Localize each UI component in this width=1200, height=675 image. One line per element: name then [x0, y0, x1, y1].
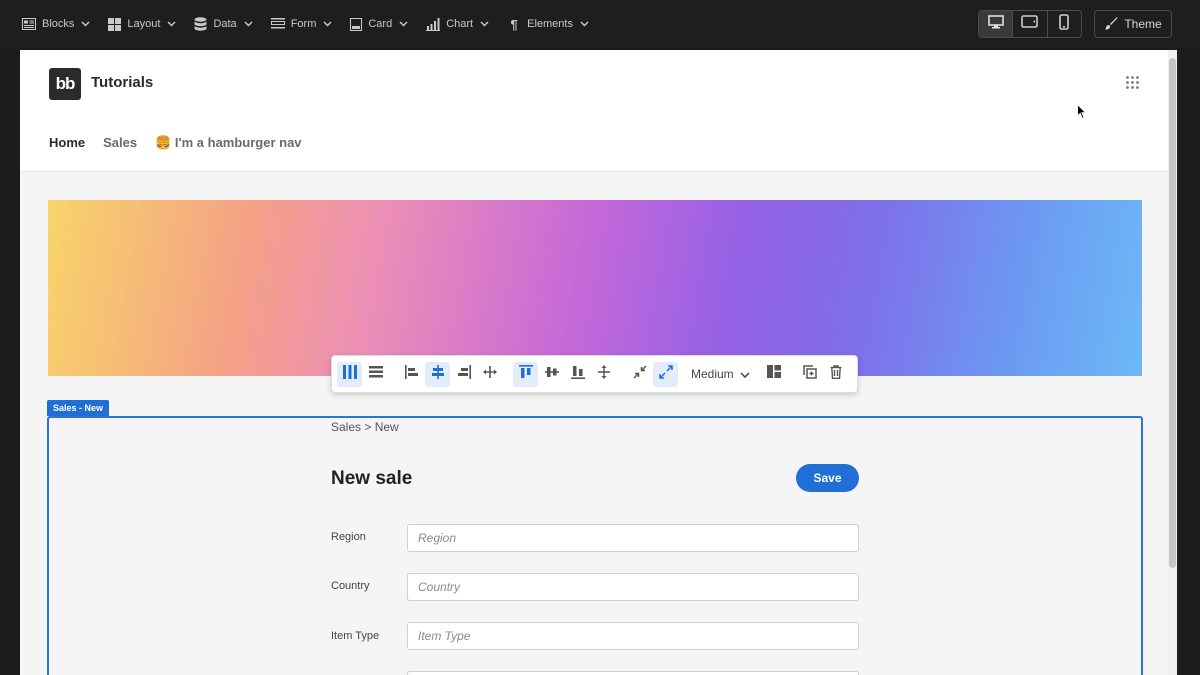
valign-bottom-button[interactable] [565, 362, 590, 387]
card-icon [350, 17, 363, 31]
rows-layout-button[interactable] [363, 362, 388, 387]
chevron-down-icon [580, 21, 589, 27]
align-left-button[interactable] [399, 362, 424, 387]
theme-label: Theme [1124, 17, 1162, 31]
hero-gradient-banner [48, 200, 1142, 376]
mobile-view-button[interactable] [1048, 11, 1081, 37]
apps-grid-icon[interactable] [1126, 76, 1139, 94]
menu-data[interactable]: Data [194, 0, 253, 48]
valign-top-button[interactable] [513, 361, 538, 387]
app-header: bb Tutorials Home Sales 🍔 I'm a hamburge… [20, 50, 1168, 172]
stretch-horizontal-button[interactable] [477, 362, 502, 387]
chevron-down-icon [323, 21, 332, 27]
valign-top-icon [518, 364, 533, 384]
expand-icon [658, 364, 673, 384]
desktop-icon [987, 14, 1004, 34]
shrink-icon [632, 364, 647, 384]
scrollbar-thumb[interactable] [1169, 58, 1176, 568]
align-left-icon [404, 364, 419, 384]
valign-bottom-icon [570, 365, 585, 384]
menu-layout-label: Layout [127, 18, 161, 30]
breadcrumb: Sales > New [331, 420, 399, 434]
chevron-down-icon [244, 21, 253, 27]
size-select[interactable]: Medium [691, 367, 750, 381]
country-input[interactable] [407, 573, 859, 601]
valign-middle-button[interactable] [539, 362, 564, 387]
stretch-vertical-icon [597, 364, 611, 384]
align-center-icon [431, 364, 445, 384]
layout-icon [108, 17, 122, 31]
builder-menu: Blocks Layout Data Form Card Chart ¶ Ele… [22, 0, 607, 48]
builder-topbar: Blocks Layout Data Form Card Chart ¶ Ele… [0, 0, 1200, 48]
menu-chart[interactable]: Chart [426, 0, 489, 48]
layout-blocks-icon [767, 365, 782, 383]
blocks-icon [22, 18, 36, 30]
chevron-down-icon [480, 21, 489, 27]
tablet-view-button[interactable] [1013, 11, 1048, 37]
menu-data-label: Data [213, 18, 237, 30]
delete-button[interactable] [824, 362, 849, 387]
nav-home[interactable]: Home [49, 135, 85, 151]
valign-middle-icon [544, 365, 559, 384]
component-toolbar: Medium [331, 355, 858, 393]
desktop-view-button[interactable] [979, 11, 1014, 37]
app-nav: Home Sales 🍔 I'm a hamburger nav [49, 135, 302, 151]
menu-form[interactable]: Form [270, 0, 333, 48]
mouse-cursor-icon [1077, 103, 1088, 125]
menu-chart-label: Chart [446, 18, 474, 30]
layout-blocks-button[interactable] [762, 362, 787, 387]
menu-card-label: Card [368, 18, 393, 30]
theme-button[interactable]: Theme [1094, 10, 1172, 38]
menu-blocks[interactable]: Blocks [22, 0, 90, 48]
menu-card[interactable]: Card [350, 0, 408, 48]
chart-icon [426, 17, 441, 31]
menu-elements[interactable]: ¶ Elements [507, 0, 589, 48]
paragraph-icon: ¶ [510, 16, 518, 32]
app-logo[interactable]: bb [49, 68, 81, 100]
columns-layout-button[interactable] [337, 361, 362, 387]
tablet-icon [1021, 15, 1039, 33]
form-title: New sale [331, 468, 413, 489]
menu-blocks-label: Blocks [42, 18, 75, 30]
nav-hamburger[interactable]: 🍔 I'm a hamburger nav [155, 135, 301, 151]
vertical-scrollbar[interactable] [1168, 50, 1177, 675]
form-icon [270, 18, 285, 30]
expand-button[interactable] [653, 361, 678, 387]
stretch-vertical-button[interactable] [591, 362, 616, 387]
shrink-button[interactable] [627, 362, 652, 387]
duplicate-icon [803, 364, 817, 384]
columns-icon [342, 364, 357, 384]
align-center-button[interactable] [425, 361, 450, 387]
align-right-button[interactable] [451, 362, 476, 387]
app-preview: bb Tutorials Home Sales 🍔 I'm a hamburge… [20, 50, 1177, 675]
chevron-down-icon [740, 367, 750, 381]
region-label: Region [331, 531, 366, 543]
menu-layout[interactable]: Layout [108, 0, 176, 48]
align-right-icon [457, 364, 471, 384]
region-input[interactable] [407, 524, 859, 552]
chevron-down-icon [399, 21, 408, 27]
item-type-input[interactable] [407, 622, 859, 650]
menu-form-label: Form [290, 18, 317, 30]
brush-icon [1104, 16, 1118, 33]
database-icon [194, 17, 207, 31]
stretch-horizontal-icon [482, 365, 497, 384]
device-switcher [978, 10, 1082, 38]
duplicate-button[interactable] [798, 362, 823, 387]
rows-icon [368, 365, 383, 383]
component-tag[interactable]: Sales - New [47, 400, 110, 416]
menu-elements-label: Elements [527, 18, 573, 30]
country-label: Country [331, 580, 370, 592]
mobile-icon [1059, 13, 1070, 35]
chevron-down-icon [81, 21, 90, 27]
save-button[interactable]: Save [796, 464, 859, 492]
chevron-down-icon [167, 21, 176, 27]
nav-sales[interactable]: Sales [103, 135, 137, 151]
app-title: Tutorials [91, 74, 154, 91]
item-type-label: Item Type [331, 630, 380, 642]
size-select-value: Medium [691, 367, 734, 381]
next-field-input[interactable] [407, 671, 859, 675]
trash-icon [830, 364, 842, 384]
